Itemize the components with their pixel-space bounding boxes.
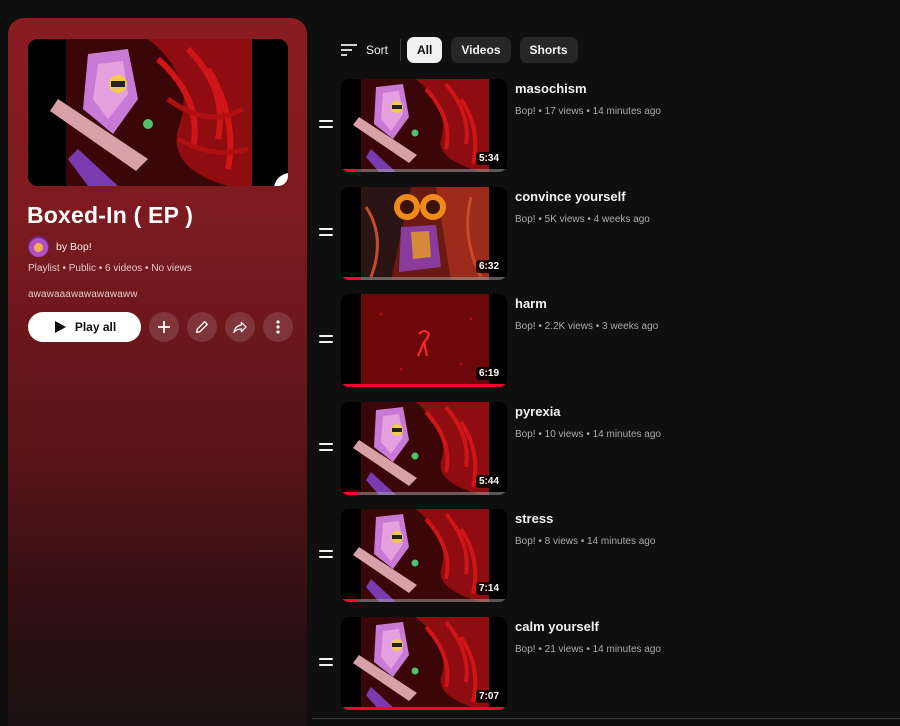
chip-shorts[interactable]: Shorts (519, 36, 578, 63)
video-row[interactable]: 6:19 harm Bop! • 2.2K views • 3 weeks ag… (316, 294, 900, 402)
drag-handle-icon[interactable] (319, 442, 333, 453)
watch-progress-fill (341, 169, 358, 172)
play-all-button[interactable]: Play all (28, 312, 141, 342)
watch-progress-bar (341, 599, 507, 603)
divider (400, 38, 402, 61)
video-meta: Bop! • 2.2K views • 3 weeks ago (515, 321, 659, 333)
video-title[interactable]: stress (515, 511, 553, 526)
video-meta: Bop! • 8 views • 14 minutes ago (515, 536, 656, 548)
video-meta: Bop! • 10 views • 14 minutes ago (515, 428, 661, 440)
video-duration: 5:44 (475, 474, 502, 488)
video-row[interactable]: 5:44 pyrexia Bop! • 10 views • 14 minute… (316, 401, 900, 510)
playlist-description[interactable]: awawaaawawawawaww (28, 289, 138, 300)
drag-handle-icon[interactable] (319, 550, 333, 560)
watch-progress-bar (341, 169, 507, 172)
play-all-label: Play all (74, 320, 117, 334)
drag-handle-icon[interactable] (319, 120, 333, 130)
watch-progress-bar (341, 384, 507, 388)
avatar[interactable] (28, 236, 49, 257)
drag-handle-icon[interactable] (319, 657, 333, 668)
drag-handle-icon[interactable] (319, 335, 333, 345)
sort-icon (341, 43, 357, 56)
watch-progress-fill (341, 384, 507, 388)
filter-bar: Sort All Videos Shorts (340, 36, 587, 63)
video-duration: 7:07 (475, 689, 502, 703)
pencil-icon (282, 181, 288, 186)
more-vert-icon (276, 320, 280, 334)
cover-art (28, 39, 288, 186)
video-row[interactable]: 7:14 stress Bop! • 8 views • 14 minutes … (316, 509, 900, 617)
video-duration: 7:14 (475, 582, 502, 596)
play-icon (54, 321, 66, 333)
watch-progress-fill (341, 599, 358, 603)
video-duration: 6:19 (475, 367, 502, 381)
owner-name[interactable]: by Bop! (56, 241, 92, 253)
watch-progress-bar (341, 491, 507, 495)
video-title[interactable]: masochism (515, 81, 587, 96)
video-thumbnail[interactable]: 7:07 (341, 616, 507, 710)
watch-progress-bar (341, 706, 507, 710)
playlist-meta: Playlist • Public • 6 videos • No views (28, 263, 192, 274)
playlist-owner[interactable]: by Bop! (28, 236, 92, 257)
video-duration: 6:32 (475, 259, 502, 273)
video-meta: Bop! • 21 views • 14 minutes ago (515, 643, 661, 655)
share-button[interactable] (225, 312, 255, 342)
playlist-title: Boxed-In ( EP ) (27, 202, 194, 228)
playlist-cover-thumbnail[interactable] (28, 39, 288, 186)
video-list: 5:34 masochism Bop! • 17 views • 14 minu… (316, 79, 900, 725)
video-thumbnail[interactable]: 7:14 (341, 509, 507, 603)
divider (312, 718, 900, 719)
sort-button[interactable]: Sort (340, 43, 388, 57)
video-title[interactable]: harm (515, 296, 547, 311)
watch-progress-fill (341, 706, 507, 710)
plus-icon (158, 321, 170, 333)
video-title[interactable]: calm yourself (515, 619, 599, 634)
watch-progress-bar (341, 276, 507, 280)
watch-progress-fill (341, 276, 361, 280)
video-duration: 5:34 (475, 152, 502, 165)
video-thumbnail[interactable]: 5:34 (341, 79, 507, 172)
video-title[interactable]: pyrexia (515, 404, 561, 419)
edit-playlist-button[interactable] (187, 312, 217, 342)
video-row[interactable]: 6:32 convince yourself Bop! • 5K views •… (316, 186, 900, 295)
video-meta: Bop! • 5K views • 4 weeks ago (515, 213, 650, 225)
sort-label: Sort (366, 42, 389, 57)
video-title[interactable]: convince yourself (515, 189, 626, 204)
add-button[interactable] (149, 312, 179, 342)
video-thumbnail[interactable]: 6:32 (341, 186, 507, 280)
video-thumbnail[interactable]: 6:19 (341, 294, 507, 388)
playlist-header-panel: Boxed-In ( EP ) by Bop! Playlist • Publi… (8, 18, 307, 726)
video-meta: Bop! • 17 views • 14 minutes ago (515, 106, 661, 117)
pencil-icon (196, 321, 208, 333)
drag-handle-icon[interactable] (319, 227, 333, 238)
watch-progress-fill (341, 491, 358, 495)
chip-videos[interactable]: Videos (451, 36, 511, 63)
share-icon (233, 321, 247, 333)
video-row[interactable]: 7:07 calm yourself Bop! • 21 views • 14 … (316, 616, 900, 725)
more-options-button[interactable] (263, 312, 293, 342)
playlist-actions: Play all (28, 312, 293, 342)
video-row[interactable]: 5:34 masochism Bop! • 17 views • 14 minu… (316, 79, 900, 187)
video-thumbnail[interactable]: 5:44 (341, 401, 507, 495)
chip-all[interactable]: All (407, 36, 443, 63)
